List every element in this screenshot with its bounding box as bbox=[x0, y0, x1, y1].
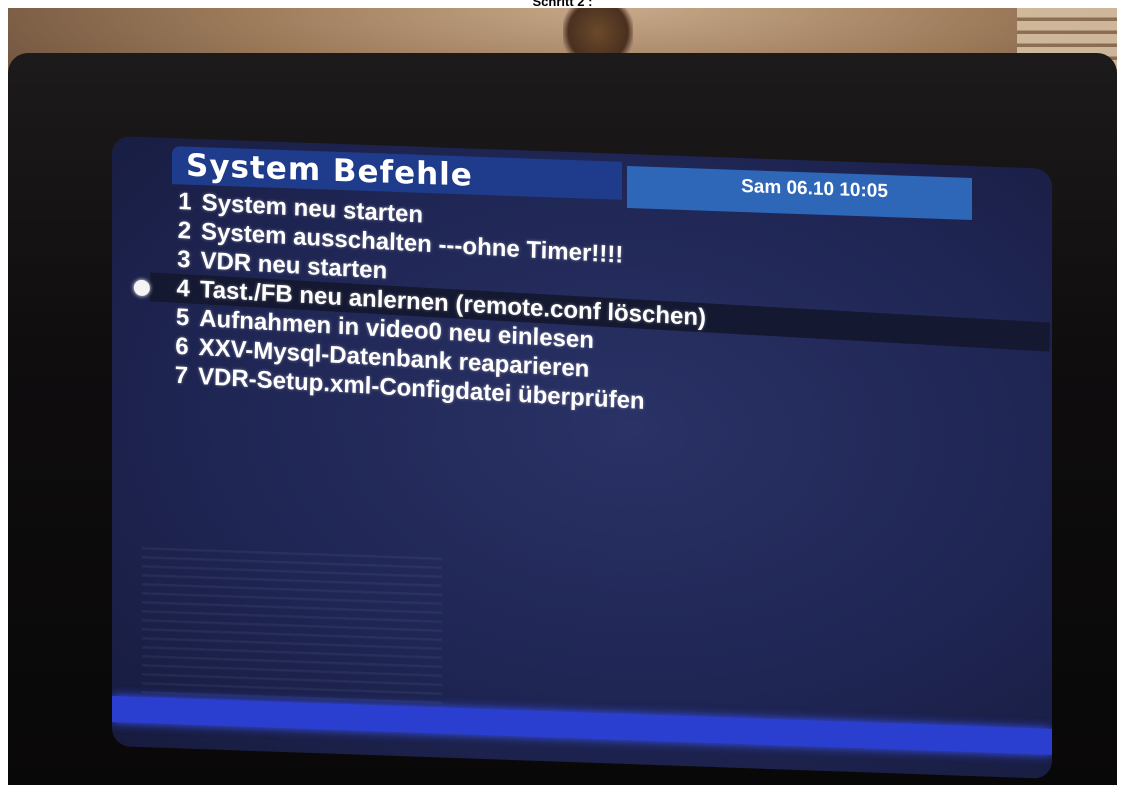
tv-photo: System Befehle Sam 06.10 10:05 1 System n… bbox=[8, 8, 1117, 785]
menu-item-number: 2 bbox=[177, 216, 192, 245]
menu-item-number: 7 bbox=[174, 361, 189, 390]
command-menu: 1 System neu starten 2 System ausschalten … bbox=[133, 185, 1052, 438]
screen-reflection bbox=[142, 547, 442, 718]
tv-screen: System Befehle Sam 06.10 10:05 1 System n… bbox=[112, 136, 1052, 779]
page-caption: Schritt 2 : bbox=[532, 0, 593, 8]
menu-item-number: 1 bbox=[178, 187, 192, 216]
selection-bullet-icon bbox=[133, 279, 151, 297]
menu-item-number: 6 bbox=[175, 332, 189, 361]
menu-item-number: 3 bbox=[176, 245, 191, 274]
osd-datetime: Sam 06.10 10:05 bbox=[627, 165, 972, 221]
menu-item-number: 4 bbox=[176, 274, 191, 303]
menu-item-number: 5 bbox=[175, 303, 190, 332]
osd-status-bar bbox=[112, 696, 1052, 755]
